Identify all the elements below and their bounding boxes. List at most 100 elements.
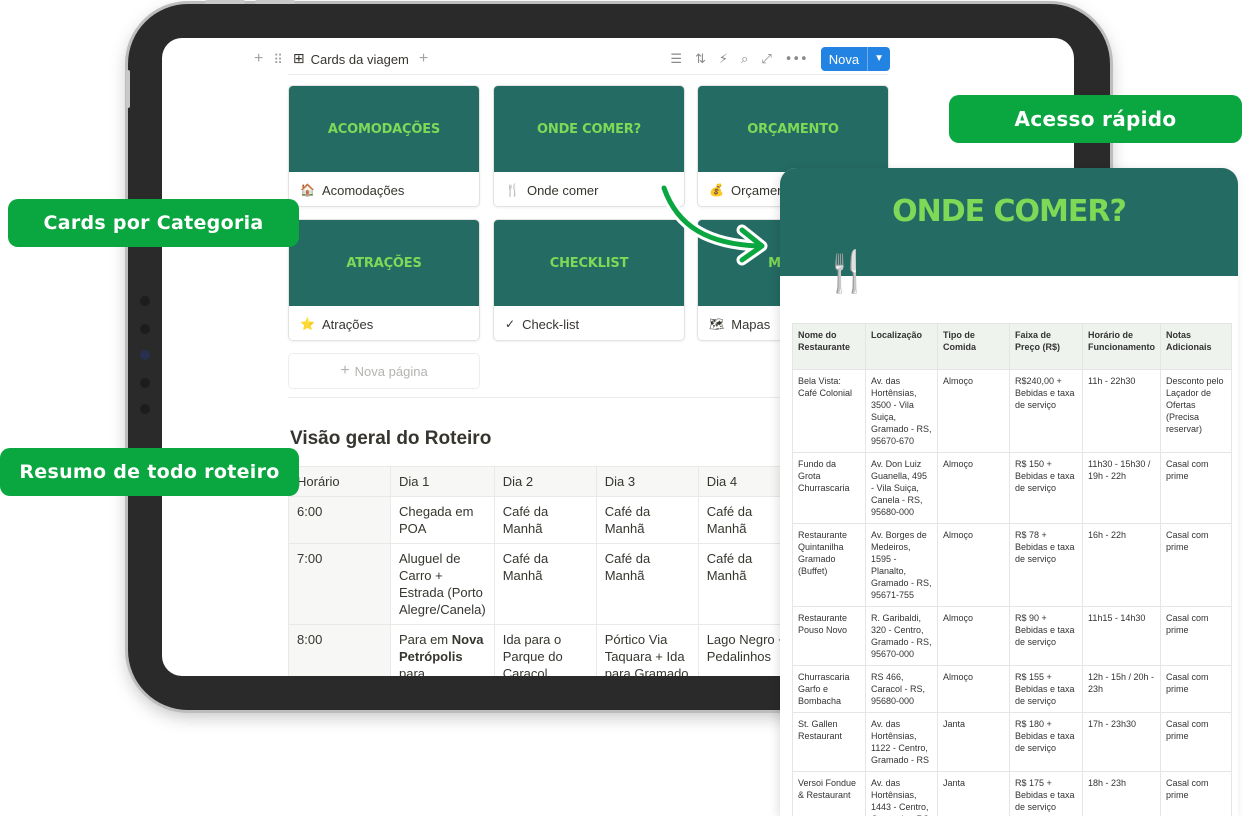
card-cover: ACOMODAÇÕES xyxy=(289,86,479,172)
automation-icon[interactable]: ⚡ xyxy=(719,52,728,67)
table-cell[interactable]: Casal com prime xyxy=(1160,452,1232,524)
table-cell[interactable]: Pórtico Via Taquara + Ida para Gramado xyxy=(595,624,699,676)
table-cell[interactable]: R$ 78 + Bebidas e taxa de serviço xyxy=(1009,523,1083,607)
table-cell[interactable]: 16h - 22h xyxy=(1082,523,1161,607)
column-header[interactable]: Dia 3 xyxy=(595,466,699,497)
column-header[interactable]: Localização xyxy=(865,323,938,370)
table-cell[interactable]: 8:00 xyxy=(288,624,391,676)
table-row: Churrascaria Garfo e Bombacha RS 466, Ca… xyxy=(792,665,1232,713)
more-icon[interactable]: ••• xyxy=(785,52,808,67)
table-cell[interactable]: Café da Manhã xyxy=(595,496,699,544)
table-row: Versoi Fondue & Restaurant Av. das Hortê… xyxy=(792,771,1232,816)
column-header[interactable]: Dia 2 xyxy=(493,466,597,497)
expand-icon[interactable]: ⤢ xyxy=(761,52,771,67)
table-cell[interactable]: R$ 180 + Bebidas e taxa de serviço xyxy=(1009,712,1083,772)
add-icon[interactable]: + xyxy=(254,51,263,67)
table-cell[interactable]: Casal com prime xyxy=(1160,771,1232,816)
table-cell[interactable]: Restaurante Pouso Novo xyxy=(792,606,866,666)
table-cell[interactable]: Aluguel de Carro + Estrada (Porto Alegre… xyxy=(390,543,495,625)
table-row: Restaurante Pouso Novo R. Garibaldi, 320… xyxy=(792,606,1232,666)
column-header[interactable]: Notas Adicionais xyxy=(1160,323,1232,370)
new-page-button[interactable]: + Nova página xyxy=(288,353,480,389)
table-cell[interactable]: Almoço xyxy=(937,523,1010,607)
column-header[interactable]: Faixa de Preço (R$) xyxy=(1009,323,1083,370)
table-cell[interactable]: Churrascaria Garfo e Bombacha xyxy=(792,665,866,713)
card-title: ⭐ Atrações xyxy=(289,306,479,340)
table-cell[interactable]: St. Gallen Restaurant xyxy=(792,712,866,772)
card-title-text: Atrações xyxy=(321,316,374,332)
table-cell[interactable]: Av. das Hortênsias, 1122 - Centro, Grama… xyxy=(865,712,938,772)
card-atracoes[interactable]: ATRAÇÕES ⭐ Atrações xyxy=(288,219,480,341)
table-cell[interactable]: Café da Manhã xyxy=(595,543,699,625)
table-cell[interactable]: Almoço xyxy=(937,369,1010,453)
card-title-text: Mapas xyxy=(731,316,771,332)
table-cell[interactable]: Bela Vista: Café Colonial xyxy=(792,369,866,453)
table-cell[interactable]: Chegada em POA xyxy=(390,496,495,544)
table-cell[interactable]: Casal com prime xyxy=(1160,712,1232,772)
chevron-down-icon[interactable]: ▼ xyxy=(867,47,890,71)
card-acomodacoes[interactable]: ACOMODAÇÕES 🏠 Acomodações xyxy=(288,85,480,207)
card-cover-text: ONDE COMER? xyxy=(537,121,641,137)
table-cell[interactable]: R$ 155 + Bebidas e taxa de serviço xyxy=(1009,665,1083,713)
cell-text: para conhecer: xyxy=(399,666,426,676)
column-header[interactable]: Tipo de Comida xyxy=(937,323,1010,370)
new-button[interactable]: Nova ▼ xyxy=(820,47,890,71)
table-cell[interactable]: Janta xyxy=(937,712,1010,772)
table-cell[interactable]: 6:00 xyxy=(288,496,391,544)
card-title-text: Check-list xyxy=(522,316,580,332)
checkmark-icon: ✓ xyxy=(505,317,516,331)
search-icon[interactable]: ⌕ xyxy=(741,52,748,67)
table-cell[interactable]: Casal com prime xyxy=(1160,665,1232,713)
table-cell[interactable]: Café da Manhã xyxy=(493,496,597,544)
table-cell[interactable]: 17h - 23h30 xyxy=(1082,712,1161,772)
view-name[interactable]: Cards da viagem xyxy=(311,52,409,67)
table-cell[interactable]: Fundo da Grota Churrascaria xyxy=(792,452,866,524)
table-cell[interactable]: Versoi Fondue & Restaurant xyxy=(792,771,866,816)
sort-icon[interactable]: ⇅ xyxy=(695,52,706,67)
table-cell[interactable]: Restaurante Quintanilha Gramado (Buffet) xyxy=(792,523,866,607)
table-cell[interactable]: 12h - 15h / 20h - 23h xyxy=(1082,665,1161,713)
table-cell[interactable]: R. Garibaldi, 320 - Centro, Gramado - RS… xyxy=(865,606,938,666)
table-cell[interactable]: 11h15 - 14h30 xyxy=(1082,606,1161,666)
table-cell[interactable]: Janta xyxy=(937,771,1010,816)
cell-text: Para em xyxy=(399,632,452,647)
table-cell[interactable]: 11h30 - 15h30 / 19h - 22h xyxy=(1082,452,1161,524)
roteiro-table: Horário Dia 1 Dia 2 Dia 3 Dia 4 6:00 Che… xyxy=(288,466,801,676)
divider xyxy=(288,74,888,75)
table-cell[interactable]: Almoço xyxy=(937,665,1010,713)
table-cell[interactable]: Casal com prime xyxy=(1160,606,1232,666)
table-cell[interactable]: RS 466, Caracol - RS, 95680-000 xyxy=(865,665,938,713)
table-cell[interactable]: Ida para o Parque do Caracol xyxy=(493,624,597,676)
table-cell[interactable]: R$ 150 + Bebidas e taxa de serviço xyxy=(1009,452,1083,524)
filter-icon[interactable]: ☰ xyxy=(670,52,682,67)
card-title: 🏠 Acomodações xyxy=(289,172,479,206)
roteiro-title: Visão geral do Roteiro xyxy=(290,428,492,449)
table-cell[interactable]: Av. das Hortênsias, 1443 - Centro, Grama… xyxy=(865,771,938,816)
table-cell[interactable]: R$ 90 + Bebidas e taxa de serviço xyxy=(1009,606,1083,666)
table-cell[interactable]: Av. Don Luiz Guanella, 495 - Vila Suiça,… xyxy=(865,452,938,524)
table-cell[interactable]: 18h - 23h xyxy=(1082,771,1161,816)
table-cell[interactable]: Para em Nova Petrópolis para conhecer: xyxy=(390,624,495,676)
drag-handle-icon[interactable]: ⠿ xyxy=(273,53,283,66)
table-cell[interactable]: Casal com prime xyxy=(1160,523,1232,607)
table-cell[interactable]: Av. Borges de Medeiros, 1595 - Planalto,… xyxy=(865,523,938,607)
table-cell[interactable]: Av. das Hortênsias, 3500 - Vila Suiça, G… xyxy=(865,369,938,453)
column-header[interactable]: Nome do Restaurante xyxy=(792,323,866,370)
table-cell[interactable]: Café da Manhã xyxy=(493,543,597,625)
column-header[interactable]: Horário xyxy=(288,466,391,497)
tablet-button-side xyxy=(126,70,130,108)
table-cell[interactable]: 11h - 22h30 xyxy=(1082,369,1161,453)
onde-comer-preview: ONDE COMER? 🍴 Nome do Restaurante Locali… xyxy=(780,168,1238,816)
column-header[interactable]: Horário de Funcionamento xyxy=(1082,323,1161,370)
table-cell[interactable]: R$240,00 + Bebidas e taxa de serviço xyxy=(1009,369,1083,453)
card-title: ✓ Check-list xyxy=(494,306,684,340)
card-cover-text: ATRAÇÕES xyxy=(346,255,422,271)
column-header[interactable]: Dia 1 xyxy=(390,466,495,497)
table-cell[interactable]: Desconto pelo Laçador de Ofertas (Precis… xyxy=(1160,369,1232,453)
table-cell[interactable]: R$ 175 + Bebidas e taxa de serviço xyxy=(1009,771,1083,816)
add-view-icon[interactable]: + xyxy=(419,51,428,67)
table-header-row: Horário Dia 1 Dia 2 Dia 3 Dia 4 xyxy=(288,466,801,497)
table-cell[interactable]: Almoço xyxy=(937,452,1010,524)
table-cell[interactable]: 7:00 xyxy=(288,543,391,625)
table-cell[interactable]: Almoço xyxy=(937,606,1010,666)
